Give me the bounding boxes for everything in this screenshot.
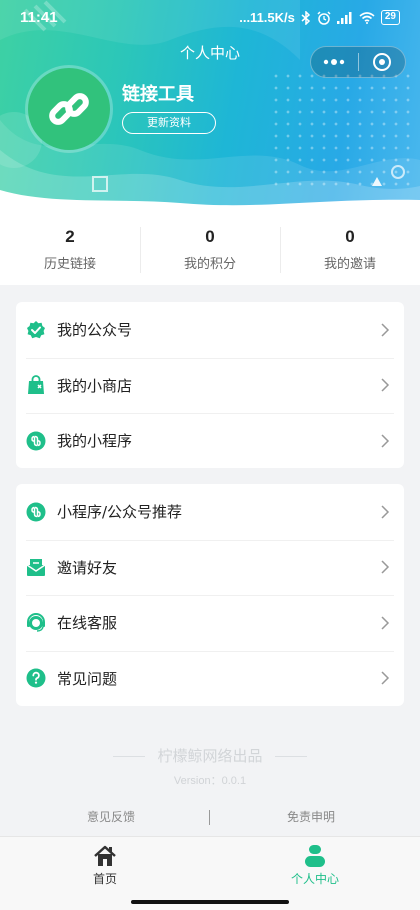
header-dot-pattern	[270, 70, 410, 190]
signal-icon	[336, 11, 352, 24]
stat-value: 0	[205, 227, 215, 246]
brand-credit: 柠檬鲸网络出品	[0, 745, 420, 766]
user-icon	[305, 845, 325, 867]
chevron-right-icon	[381, 505, 390, 519]
stat-history-links[interactable]: 2 历史链接	[0, 215, 140, 285]
chevron-right-icon	[381, 323, 390, 337]
menu-item-label: 常见问题	[57, 669, 118, 688]
verified-badge-icon	[26, 320, 46, 340]
battery-indicator: 29	[380, 10, 400, 25]
chevron-right-icon	[381, 671, 390, 685]
tab-label: 个人中心	[290, 872, 339, 886]
mini-program-capsule	[310, 46, 406, 78]
menu-item-label: 我的公众号	[57, 321, 133, 340]
brand-line-right	[274, 756, 307, 757]
stat-points[interactable]: 0 我的积分	[140, 215, 280, 285]
menu-item-label: 我的小程序	[57, 432, 133, 451]
target-circle-icon	[372, 53, 391, 71]
stat-label: 我的积分	[183, 257, 236, 272]
avatar[interactable]	[28, 68, 110, 150]
menu-item-label: 邀请好友	[57, 558, 118, 577]
chevron-right-icon	[381, 378, 390, 392]
status-indicators: ...11.5K/s 29	[239, 10, 400, 25]
stat-invites[interactable]: 0 我的邀请	[280, 215, 420, 285]
stat-value: 0	[345, 227, 355, 246]
bluetooth-icon	[301, 10, 310, 25]
status-time: 11:41	[20, 9, 58, 26]
menu-item-label: 小程序/公众号推荐	[57, 503, 183, 522]
wifi-icon	[359, 11, 375, 24]
customer-service-icon	[26, 612, 46, 633]
menu-item-customer-service[interactable]: 在线客服	[16, 595, 404, 651]
status-bar: 11:41 ...11.5K/s 29	[0, 0, 420, 36]
menu-item-my-official-account[interactable]: 我的公众号	[16, 302, 404, 358]
version-text: Version：0.0.1	[173, 775, 247, 787]
more-menu-button[interactable]	[311, 58, 358, 66]
close-mini-program-button[interactable]	[358, 52, 405, 72]
tab-bar: 首页 个人中心	[0, 836, 420, 910]
network-speed: ...11.5K/s	[239, 10, 295, 25]
invite-mail-icon	[26, 557, 46, 577]
menu-card-services: 小程序/公众号推荐 邀请好友 在线客服 常见问题	[16, 484, 404, 706]
menu-item-my-mini-program[interactable]: 我的小程序	[16, 413, 404, 469]
question-icon	[26, 668, 46, 688]
shopping-bag-icon	[26, 375, 46, 395]
mini-program-icon	[26, 502, 46, 522]
chevron-right-icon	[381, 616, 390, 630]
stat-label: 历史链接	[43, 257, 96, 272]
menu-item-label: 在线客服	[57, 614, 118, 633]
brand-line-left	[113, 756, 146, 757]
mini-program-icon	[26, 431, 46, 451]
menu-card-mine: 我的公众号 我的小商店 我的小程序	[16, 302, 404, 468]
profile-name: 链接工具	[122, 84, 194, 105]
stats-bar: 2 历史链接 0 我的积分 0 我的邀请	[0, 215, 420, 285]
menu-item-my-shop[interactable]: 我的小商店	[16, 357, 404, 414]
feedback-link[interactable]: 意见反馈	[87, 808, 135, 825]
stat-label: 我的邀请	[323, 257, 376, 272]
home-icon	[94, 845, 116, 866]
stat-value: 2	[65, 227, 75, 246]
tab-label: 首页	[92, 872, 117, 886]
disclaimer-link[interactable]: 免责申明	[287, 808, 335, 825]
menu-item-recommendations[interactable]: 小程序/公众号推荐	[16, 484, 404, 540]
menu-item-faq[interactable]: 常见问题	[16, 650, 404, 707]
brand-text: 柠檬鲸网络出品	[157, 747, 263, 765]
menu-item-label: 我的小商店	[57, 376, 133, 395]
chevron-right-icon	[381, 434, 390, 448]
home-indicator[interactable]	[131, 900, 289, 904]
footer-link-divider	[209, 810, 210, 825]
menu-item-invite-friends[interactable]: 邀请好友	[16, 539, 404, 596]
profile-header: 11:41 ...11.5K/s 29 个人中心 链接工具 更新资料	[0, 0, 420, 215]
more-dots-icon	[324, 59, 345, 65]
alarm-icon	[317, 10, 331, 25]
link-icon	[49, 93, 89, 125]
chevron-right-icon	[381, 560, 390, 574]
update-profile-button[interactable]: 更新资料	[122, 112, 216, 134]
footer-links: 意见反馈 免责申明	[0, 808, 420, 828]
